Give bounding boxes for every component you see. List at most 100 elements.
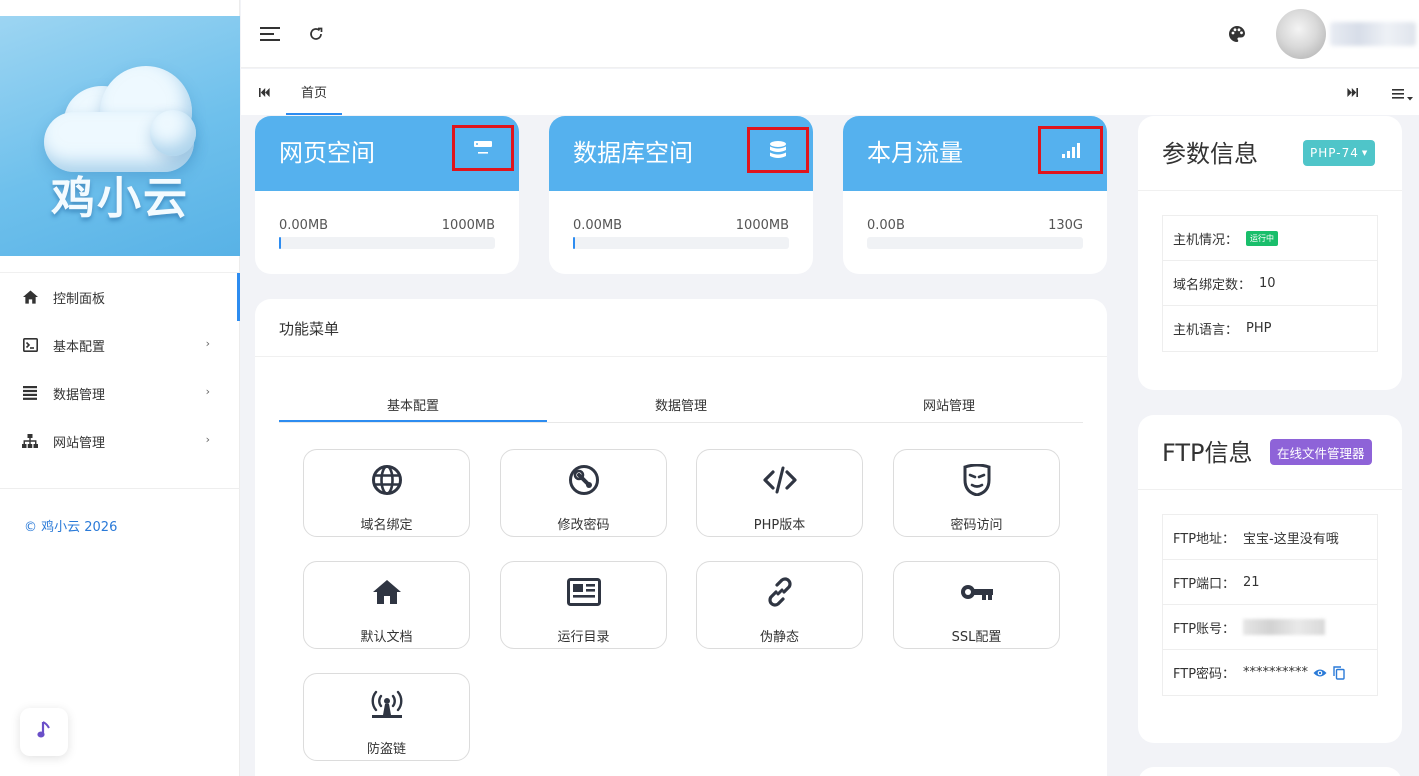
user-avatar[interactable] bbox=[1276, 9, 1326, 59]
stat-card-header: 本月流量 bbox=[843, 116, 1107, 191]
stat-card-db-space: 数据库空间 0.00MB 1000MB bbox=[549, 116, 813, 274]
music-note-icon bbox=[37, 721, 51, 743]
sidebar-item-site-management[interactable]: 网站管理 › bbox=[0, 417, 240, 465]
progress-bar bbox=[867, 237, 1083, 249]
tab-home[interactable]: 首页 bbox=[286, 69, 343, 115]
info-key: FTP账号： bbox=[1173, 621, 1236, 637]
caret-down-icon: ▼ bbox=[1361, 149, 1369, 157]
eye-icon[interactable] bbox=[1313, 668, 1327, 678]
password-access-button[interactable]: 密码访问 bbox=[893, 449, 1060, 537]
stat-used: 0.00MB bbox=[573, 218, 623, 233]
info-value[interactable]: ********** bbox=[1243, 665, 1308, 680]
file-manager-button[interactable]: 在线文件管理器 bbox=[1270, 439, 1372, 465]
function-label: 运行目录 bbox=[557, 630, 610, 645]
info-value: 10 bbox=[1259, 275, 1276, 291]
sidebar-item-data-management[interactable]: 数据管理 › bbox=[0, 369, 240, 417]
function-label: PHP版本 bbox=[753, 518, 806, 533]
globe-icon bbox=[304, 462, 469, 498]
sidebar-item-label: 网站管理 bbox=[53, 435, 106, 451]
sidebar-nav: 控制面板 基本配置 › 数据管理 › 网站管理 › bbox=[0, 272, 240, 465]
rewrite-rules-button[interactable]: 伪静态 bbox=[696, 561, 863, 649]
info-row: FTP账号： bbox=[1163, 605, 1377, 650]
function-label: 防盗链 bbox=[366, 742, 406, 757]
ftp-account-redacted[interactable] bbox=[1243, 619, 1326, 635]
sidebar-item-dashboard[interactable]: 控制面板 bbox=[0, 273, 240, 321]
signal-icon bbox=[1038, 126, 1103, 174]
ssl-config-button[interactable]: SSL配置 bbox=[893, 561, 1060, 649]
progress-fill bbox=[573, 237, 576, 249]
palette-icon[interactable] bbox=[1227, 24, 1247, 44]
newspaper-icon bbox=[501, 574, 666, 610]
stat-card-header: 数据库空间 bbox=[549, 116, 813, 191]
stat-title: 网页空间 bbox=[279, 139, 375, 167]
chevron-right-icon: › bbox=[205, 433, 210, 446]
stat-used: 0.00MB bbox=[279, 218, 329, 233]
info-key: FTP端口： bbox=[1173, 576, 1236, 592]
sidebar-item-basic-config[interactable]: 基本配置 › bbox=[0, 321, 240, 369]
change-password-button[interactable]: 修改密码 bbox=[500, 449, 667, 537]
copy-icon[interactable] bbox=[1333, 665, 1345, 680]
house-icon bbox=[304, 574, 469, 610]
progress-bar bbox=[279, 237, 495, 249]
skip-forward-icon[interactable] bbox=[1345, 85, 1359, 99]
wrench-icon bbox=[501, 462, 666, 498]
top-bar bbox=[241, 0, 1419, 68]
username-redacted[interactable] bbox=[1330, 22, 1416, 46]
progress-fill bbox=[279, 237, 282, 249]
code-icon bbox=[697, 462, 862, 498]
php-version-button[interactable]: PHP版本 bbox=[696, 449, 863, 537]
stat-card-traffic: 本月流量 0.00B 130G bbox=[843, 116, 1107, 274]
info-row: 域名绑定数： 10 bbox=[1163, 261, 1377, 306]
skip-back-icon[interactable] bbox=[257, 85, 271, 99]
sitemap-icon bbox=[22, 433, 38, 449]
stat-title: 本月流量 bbox=[867, 139, 963, 167]
key-icon bbox=[894, 574, 1059, 610]
function-tabs: 基本配置 数据管理 网站管理 bbox=[279, 393, 1083, 423]
info-row: FTP密码： ********** bbox=[1163, 650, 1377, 695]
hotlink-protection-button[interactable]: 防盗链 bbox=[303, 673, 470, 761]
tab-basic-config[interactable]: 基本配置 bbox=[279, 393, 547, 422]
status-badge: 运行中 bbox=[1246, 230, 1279, 246]
link-icon bbox=[697, 574, 862, 610]
function-label: SSL配置 bbox=[951, 630, 1002, 645]
server-icon bbox=[452, 125, 514, 171]
antenna-icon bbox=[304, 686, 469, 722]
music-button[interactable] bbox=[20, 708, 68, 756]
default-document-button[interactable]: 默认文档 bbox=[303, 561, 470, 649]
tab-menu-icon[interactable] bbox=[1391, 85, 1415, 103]
panel-title: FTP信息 bbox=[1162, 439, 1253, 467]
database-icon bbox=[747, 127, 809, 173]
info-row: FTP地址： 宝宝-这里没有哦 bbox=[1163, 515, 1377, 560]
progress-bar bbox=[573, 237, 789, 249]
sidebar: 鸡小云 控制面板 基本配置 › 数据管理 › 网站管理 › © 鸡小云 2026 bbox=[0, 0, 240, 776]
stat-title: 数据库空间 bbox=[573, 139, 693, 167]
info-value[interactable]: 宝宝-这里没有哦 bbox=[1243, 528, 1339, 547]
stat-card-web-space: 网页空间 0.00MB 1000MB bbox=[255, 116, 519, 274]
panel-title: 功能菜单 bbox=[255, 299, 1107, 357]
refresh-icon[interactable] bbox=[307, 25, 325, 43]
domain-binding-button[interactable]: 域名绑定 bbox=[303, 449, 470, 537]
function-label: 修改密码 bbox=[557, 518, 610, 533]
list-icon bbox=[22, 385, 38, 401]
copyright[interactable]: © 鸡小云 2026 bbox=[24, 516, 117, 535]
function-label: 密码访问 bbox=[950, 518, 1003, 533]
run-directory-button[interactable]: 运行目录 bbox=[500, 561, 667, 649]
logo-text: 鸡小云 bbox=[51, 173, 189, 224]
php-version-badge[interactable]: PHP-74 ▼ bbox=[1303, 140, 1376, 166]
stat-total: 1000MB bbox=[735, 218, 789, 233]
menu-toggle-icon[interactable] bbox=[259, 24, 281, 44]
function-menu-panel: 功能菜单 基本配置 数据管理 网站管理 域名绑定 修改密码 PHP版本 密码访问… bbox=[255, 299, 1107, 776]
function-label: 伪静态 bbox=[759, 630, 799, 645]
stat-total: 1000MB bbox=[441, 218, 495, 233]
home-icon bbox=[22, 289, 38, 305]
info-row: 主机语言： PHP bbox=[1163, 306, 1377, 351]
tab-data-management[interactable]: 数据管理 bbox=[547, 393, 815, 422]
terminal-icon bbox=[22, 337, 38, 353]
panel-title: 参数信息 bbox=[1162, 140, 1258, 168]
info-key: 主机情况： bbox=[1173, 232, 1239, 248]
tab-site-management[interactable]: 网站管理 bbox=[815, 393, 1083, 422]
stat-total: 130G bbox=[1048, 218, 1083, 233]
brand-logo[interactable]: 鸡小云 bbox=[0, 16, 240, 256]
tab-bar: 首页 bbox=[241, 69, 1419, 115]
info-value[interactable]: 21 bbox=[1243, 575, 1260, 590]
